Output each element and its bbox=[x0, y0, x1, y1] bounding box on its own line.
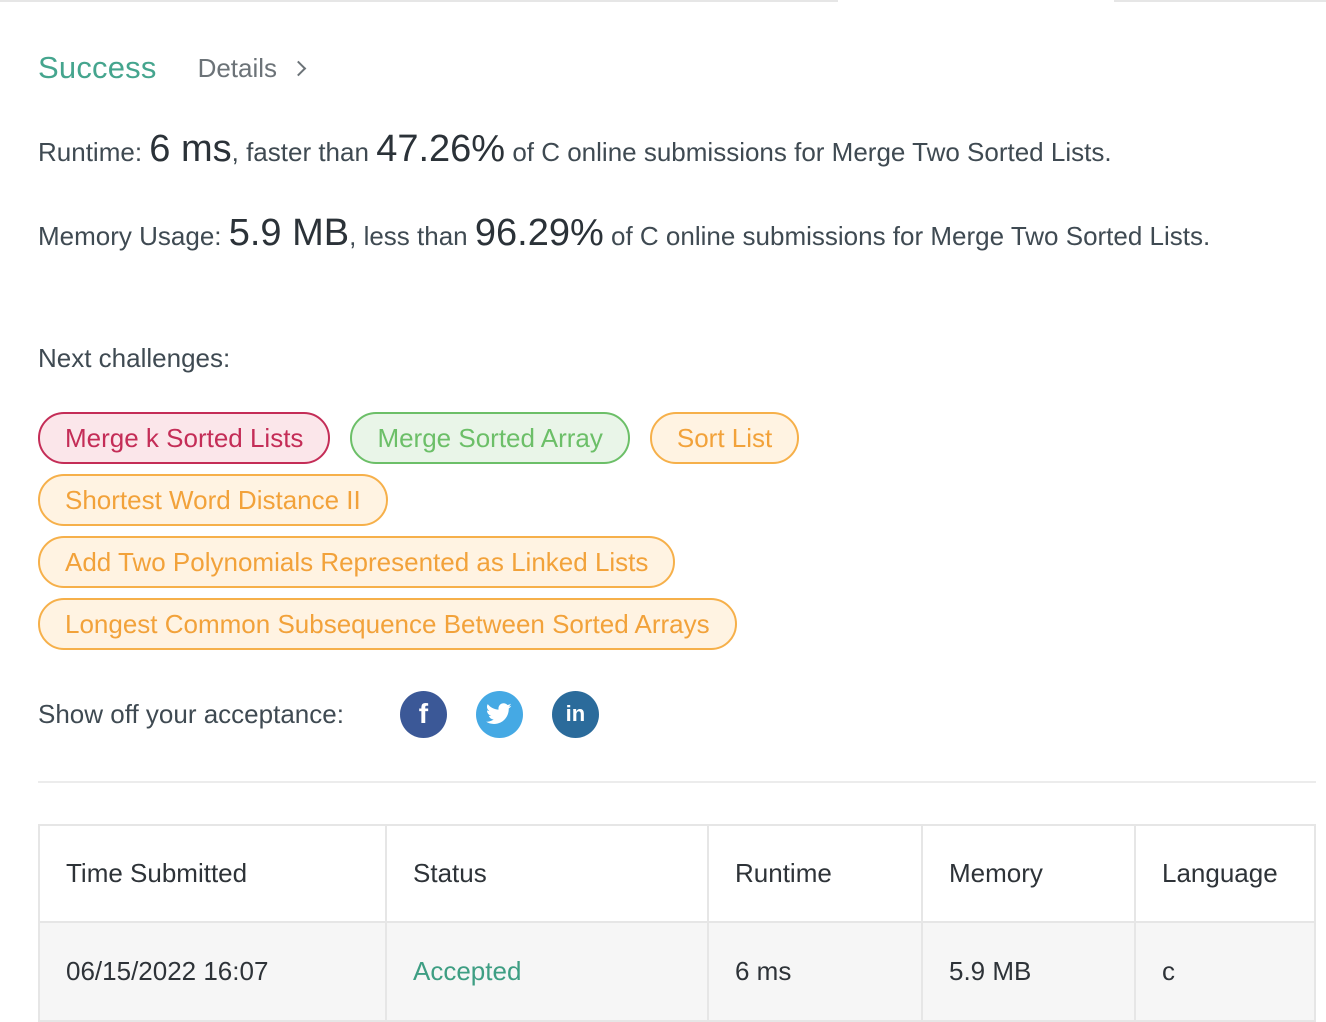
challenge-chip[interactable]: Add Two Polynomials Represented as Linke… bbox=[38, 536, 676, 588]
challenge-chip[interactable]: Longest Common Subsequence Between Sorte… bbox=[38, 598, 737, 650]
next-challenges-label: Next challenges: bbox=[38, 343, 231, 373]
chip-row: Merge k Sorted Lists Merge Sorted Array … bbox=[38, 412, 1238, 464]
twitter-bird-glyph bbox=[486, 703, 513, 724]
share-label: Show off your acceptance: bbox=[38, 698, 344, 729]
cell-status[interactable]: Accepted bbox=[385, 922, 708, 1020]
linkedin-glyph: in bbox=[565, 701, 586, 726]
runtime-value: 6 ms bbox=[149, 128, 232, 170]
section-divider bbox=[38, 781, 1316, 783]
linkedin-icon[interactable]: in bbox=[551, 690, 599, 738]
column-header-memory: Memory bbox=[921, 826, 1135, 923]
cell-language: c bbox=[1134, 922, 1314, 1020]
chip-row: Add Two Polynomials Represented as Linke… bbox=[38, 536, 1238, 588]
chevron-right-icon bbox=[290, 60, 307, 76]
submissions-table: Time Submitted Status Runtime Memory Lan… bbox=[38, 824, 1316, 1022]
cell-time-submitted: 06/15/2022 16:07 bbox=[40, 922, 386, 1020]
chip-row: Shortest Word Distance II bbox=[38, 474, 1238, 526]
challenge-chip[interactable]: Sort List bbox=[649, 412, 800, 464]
column-header-language: Language bbox=[1134, 826, 1314, 923]
column-header-time: Time Submitted bbox=[40, 826, 386, 923]
challenge-chip[interactable]: Shortest Word Distance II bbox=[38, 474, 388, 526]
facebook-glyph: f bbox=[418, 698, 429, 729]
challenge-chip[interactable]: Merge Sorted Array bbox=[350, 412, 630, 464]
result-header: Success Details bbox=[38, 46, 307, 90]
memory-comparison: , less than bbox=[349, 221, 468, 251]
top-border bbox=[0, 0, 1326, 3]
column-header-status: Status bbox=[385, 826, 708, 923]
cell-runtime: 6 ms bbox=[707, 922, 922, 1020]
top-border-left bbox=[0, 0, 838, 2]
memory-percentile: 96.29% bbox=[474, 212, 604, 254]
details-label: Details bbox=[197, 52, 278, 83]
chip-row: Longest Common Subsequence Between Sorte… bbox=[38, 598, 1238, 650]
memory-value: 5.9 MB bbox=[228, 212, 350, 254]
column-header-runtime: Runtime bbox=[707, 826, 922, 923]
facebook-icon[interactable]: f bbox=[399, 690, 447, 738]
table-header-row: Time Submitted Status Runtime Memory Lan… bbox=[40, 826, 1314, 923]
cell-memory: 5.9 MB bbox=[921, 922, 1135, 1020]
memory-label: Memory Usage: bbox=[38, 221, 222, 251]
runtime-label: Runtime: bbox=[38, 137, 143, 167]
top-border-right bbox=[1114, 0, 1326, 2]
memory-suffix: of C online submissions for Merge Two So… bbox=[611, 221, 1211, 251]
runtime-stat: Runtime: 6 ms, faster than 47.26% of C o… bbox=[38, 128, 1288, 173]
details-link[interactable]: Details bbox=[197, 52, 307, 84]
twitter-icon[interactable] bbox=[475, 690, 523, 738]
challenge-chip[interactable]: Merge k Sorted Lists bbox=[38, 412, 331, 464]
runtime-percentile: 47.26% bbox=[376, 128, 506, 170]
runtime-comparison: , faster than bbox=[231, 137, 369, 167]
submission-status: Success bbox=[38, 50, 157, 85]
next-challenges-list: Merge k Sorted Lists Merge Sorted Array … bbox=[38, 412, 1238, 660]
memory-stat: Memory Usage: 5.9 MB, less than 96.29% o… bbox=[38, 212, 1288, 257]
runtime-suffix: of C online submissions for Merge Two So… bbox=[512, 137, 1112, 167]
table-row[interactable]: 06/15/2022 16:07 Accepted 6 ms 5.9 MB c bbox=[40, 922, 1314, 1020]
share-section: Show off your acceptance: f in bbox=[38, 690, 599, 738]
